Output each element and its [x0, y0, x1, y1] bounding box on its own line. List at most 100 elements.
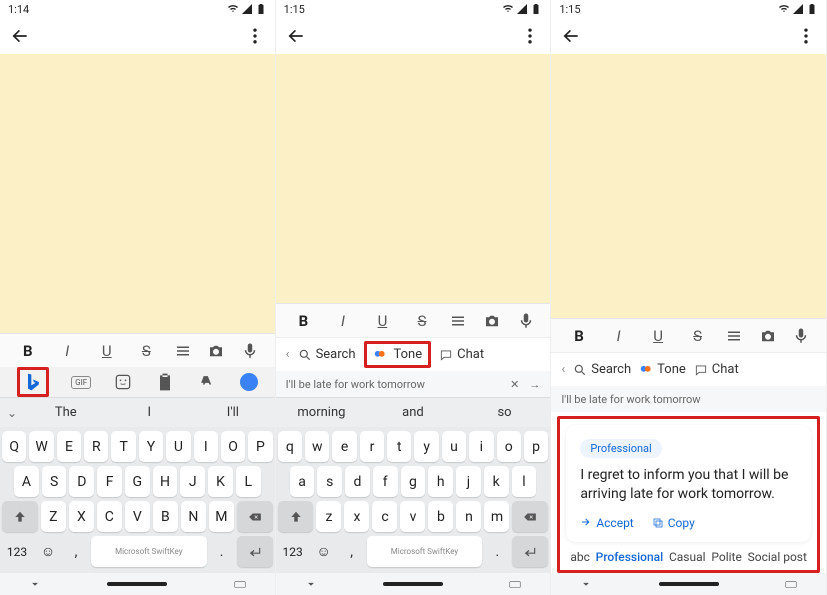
- tab-casual[interactable]: Casual: [669, 550, 706, 564]
- clear-icon[interactable]: ✕: [510, 378, 519, 391]
- translate-icon[interactable]: [197, 372, 217, 392]
- bold-button[interactable]: B: [567, 327, 591, 345]
- key-s[interactable]: S: [42, 466, 67, 497]
- space-key[interactable]: Microsoft SwiftKey: [91, 536, 207, 567]
- submit-arrow-icon[interactable]: →: [529, 378, 540, 391]
- key-t[interactable]: T: [111, 431, 135, 462]
- key-b[interactable]: B: [153, 501, 178, 532]
- key-m[interactable]: M: [209, 501, 234, 532]
- suggestion-3[interactable]: I'll: [191, 405, 275, 420]
- tab-polite[interactable]: Polite: [711, 550, 741, 564]
- clipboard-icon[interactable]: [155, 372, 175, 392]
- key-o[interactable]: o: [497, 431, 521, 462]
- more-button[interactable]: [520, 26, 540, 46]
- key-j[interactable]: j: [456, 466, 481, 497]
- backspace-key[interactable]: [512, 501, 548, 532]
- back-button[interactable]: [561, 26, 581, 46]
- key-f[interactable]: f: [373, 466, 398, 497]
- key-v[interactable]: V: [125, 501, 150, 532]
- list-icon[interactable]: [174, 342, 192, 360]
- key-l[interactable]: L: [236, 466, 261, 497]
- bold-button[interactable]: B: [291, 312, 315, 330]
- tab-abc[interactable]: abc: [570, 550, 590, 564]
- tone-mode[interactable]: Tone: [394, 347, 423, 362]
- nav-down-icon[interactable]: [28, 577, 42, 591]
- backspace-key[interactable]: [237, 501, 273, 532]
- comma-key[interactable]: ,: [64, 536, 88, 567]
- key-c[interactable]: c: [372, 501, 397, 532]
- collapse-chevron-icon[interactable]: ⌄: [0, 406, 24, 420]
- underline-button[interactable]: U: [95, 342, 119, 360]
- emoji-key[interactable]: ☺: [35, 536, 61, 567]
- back-button[interactable]: [10, 26, 30, 46]
- numeric-key[interactable]: 123: [278, 536, 308, 567]
- suggestion-2[interactable]: and: [367, 405, 459, 420]
- suggestion-2[interactable]: I: [108, 405, 192, 420]
- chat-mode[interactable]: Chat: [439, 347, 484, 362]
- tab-professional[interactable]: Professional: [596, 550, 664, 564]
- gif-button[interactable]: GIF: [71, 376, 91, 389]
- suggestion-3[interactable]: so: [459, 405, 551, 420]
- copy-button[interactable]: Copy: [652, 516, 695, 530]
- key-i[interactable]: i: [469, 431, 493, 462]
- key-e[interactable]: E: [57, 431, 81, 462]
- camera-icon[interactable]: [207, 342, 225, 360]
- key-w[interactable]: W: [29, 431, 53, 462]
- key-d[interactable]: D: [69, 466, 94, 497]
- key-r[interactable]: r: [360, 431, 384, 462]
- key-q[interactable]: Q: [2, 431, 26, 462]
- keyboard-switch-icon[interactable]: [508, 577, 522, 591]
- italic-button[interactable]: I: [331, 312, 355, 330]
- strike-button[interactable]: S: [134, 342, 158, 360]
- note-body[interactable]: [551, 54, 826, 318]
- key-m[interactable]: m: [484, 501, 509, 532]
- key-k[interactable]: k: [484, 466, 509, 497]
- key-q[interactable]: q: [278, 431, 302, 462]
- period-key[interactable]: .: [210, 536, 234, 567]
- underline-button[interactable]: U: [370, 312, 394, 330]
- key-t[interactable]: t: [387, 431, 411, 462]
- accept-button[interactable]: Accept: [580, 516, 633, 530]
- keyboard-switch-icon[interactable]: [233, 577, 247, 591]
- strike-button[interactable]: S: [410, 312, 434, 330]
- nav-down-icon[interactable]: [579, 577, 593, 591]
- key-d[interactable]: d: [345, 466, 370, 497]
- key-z[interactable]: Z: [41, 501, 66, 532]
- mic-icon[interactable]: [517, 312, 535, 330]
- sticker-icon[interactable]: [113, 372, 133, 392]
- suggestion-1[interactable]: morning: [276, 405, 368, 420]
- italic-button[interactable]: I: [607, 327, 631, 345]
- key-f[interactable]: F: [97, 466, 122, 497]
- strike-button[interactable]: S: [686, 327, 710, 345]
- list-icon[interactable]: [449, 312, 467, 330]
- key-e[interactable]: e: [332, 431, 356, 462]
- key-k[interactable]: K: [208, 466, 233, 497]
- key-u[interactable]: U: [166, 431, 190, 462]
- suggestion-1[interactable]: The: [24, 405, 108, 420]
- note-body[interactable]: [276, 54, 551, 303]
- location-dot[interactable]: [240, 373, 258, 391]
- bing-icon[interactable]: [23, 372, 43, 392]
- nav-down-icon[interactable]: [304, 577, 318, 591]
- key-p[interactable]: p: [524, 431, 548, 462]
- key-n[interactable]: N: [181, 501, 206, 532]
- mic-icon[interactable]: [241, 342, 259, 360]
- period-key[interactable]: .: [485, 536, 509, 567]
- key-w[interactable]: w: [305, 431, 329, 462]
- space-key[interactable]: Microsoft SwiftKey: [367, 536, 483, 567]
- shift-key[interactable]: [278, 501, 314, 532]
- key-s[interactable]: s: [317, 466, 342, 497]
- home-pill[interactable]: [659, 582, 719, 586]
- home-pill[interactable]: [383, 582, 443, 586]
- numeric-key[interactable]: 123: [2, 536, 32, 567]
- bing-back-icon[interactable]: ‹: [561, 362, 565, 377]
- tab-social[interactable]: Social post: [748, 550, 807, 564]
- home-pill[interactable]: [107, 582, 167, 586]
- more-button[interactable]: [245, 26, 265, 46]
- mic-icon[interactable]: [792, 327, 810, 345]
- enter-key[interactable]: [512, 536, 548, 567]
- key-v[interactable]: v: [400, 501, 425, 532]
- bing-back-icon[interactable]: ‹: [286, 347, 290, 362]
- back-button[interactable]: [286, 26, 306, 46]
- camera-icon[interactable]: [759, 327, 777, 345]
